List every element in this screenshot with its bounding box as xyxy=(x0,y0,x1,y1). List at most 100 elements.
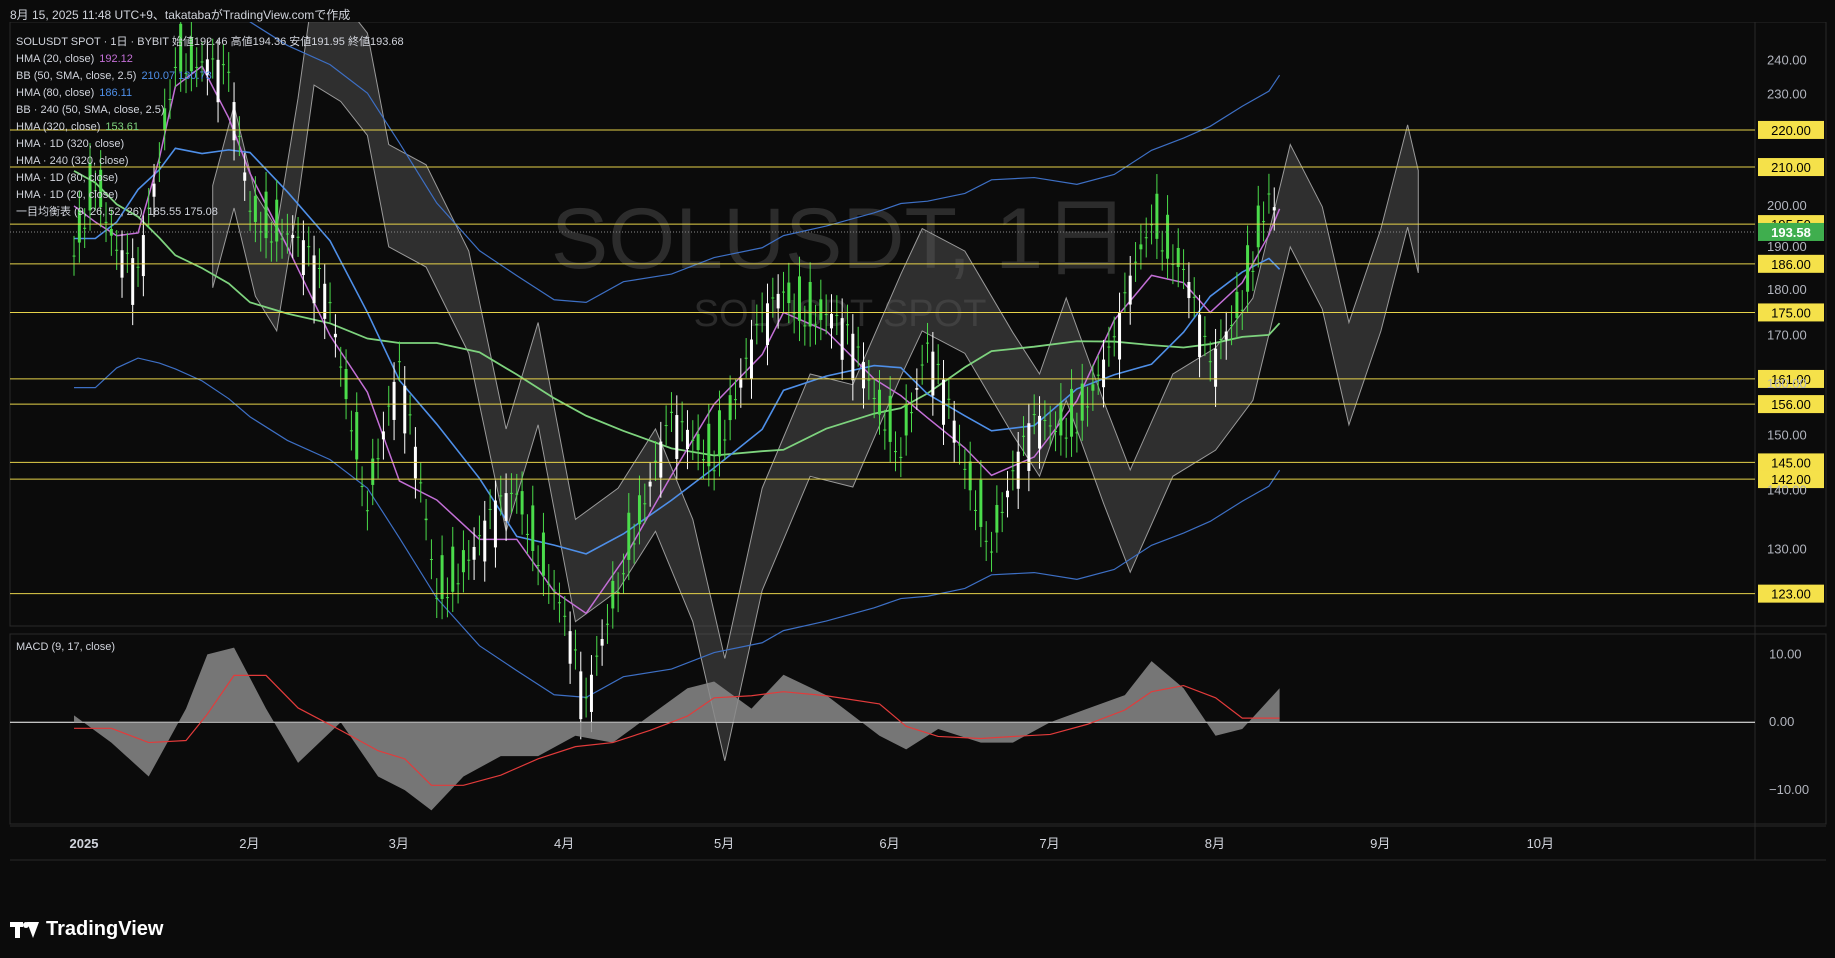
candle-body xyxy=(899,456,903,458)
legend-row[interactable]: HMA · 240 (320, close) xyxy=(16,153,404,170)
candle-body xyxy=(851,333,855,381)
candle-body xyxy=(755,324,759,326)
candle-body xyxy=(776,293,780,309)
candle-body xyxy=(984,540,988,542)
candle-body xyxy=(397,361,401,363)
candle-body xyxy=(995,504,999,533)
candle-body xyxy=(926,342,930,344)
legend-label: SOLUSDT SPOT · 1日 · BYBIT 始値192.46 高値194… xyxy=(16,36,404,48)
candle-body xyxy=(1075,432,1079,434)
candle-body xyxy=(488,508,492,510)
legend-row[interactable]: BB · 240 (50, SMA, close, 2.5) xyxy=(16,102,404,119)
candle-body xyxy=(669,411,673,413)
watermark-main: SOLUSDT, 1日 xyxy=(551,191,1129,287)
candle-body xyxy=(952,420,956,443)
candle-body xyxy=(141,235,145,277)
legend-label: HMA (320, close) xyxy=(16,121,101,133)
candle-body xyxy=(1182,268,1186,270)
candle-body xyxy=(429,559,433,561)
candle-body xyxy=(931,351,935,396)
legend-value: 186.11 xyxy=(99,87,133,99)
candle-body xyxy=(1107,346,1111,348)
candle-body xyxy=(1208,361,1212,363)
candle-body xyxy=(339,366,343,368)
candle-body xyxy=(717,410,721,457)
legend-label: HMA (20, close) xyxy=(16,53,95,65)
candle-body xyxy=(1144,237,1148,239)
candle-body xyxy=(963,468,967,470)
candle-body xyxy=(685,429,689,449)
candle-body xyxy=(440,555,444,600)
candle-body xyxy=(1038,415,1042,449)
candle-body xyxy=(1118,312,1122,360)
candle-body xyxy=(675,415,679,459)
candle-body xyxy=(1128,275,1132,305)
candle-body xyxy=(910,412,914,414)
candle-body xyxy=(269,241,273,243)
legend-row[interactable]: HMA · 1D (80, close) xyxy=(16,170,404,187)
candle-body xyxy=(728,395,732,421)
candle-body xyxy=(1080,383,1084,421)
level-tag-label: 210.00 xyxy=(1771,160,1811,175)
candle-body xyxy=(846,324,849,326)
candle-body xyxy=(83,227,87,229)
legend-row[interactable]: HMA (20, close) 192.12 xyxy=(16,51,404,68)
legend-row[interactable]: HMA · 1D (20, close) xyxy=(16,187,404,204)
candle-body xyxy=(499,495,503,497)
candle-body xyxy=(781,291,785,293)
tradingview-logo-icon xyxy=(10,920,40,940)
tradingview-logo[interactable]: TradingView xyxy=(10,918,163,941)
candle-body xyxy=(621,573,625,575)
candle-body xyxy=(733,399,737,401)
candle-body xyxy=(749,339,753,379)
candle-body xyxy=(1235,291,1239,319)
candle-body xyxy=(472,546,476,560)
candle-body xyxy=(461,550,465,573)
candle-body xyxy=(835,314,839,316)
candle-body xyxy=(1134,261,1138,263)
candle-body xyxy=(797,276,801,321)
candle-body xyxy=(920,364,924,366)
legend-row[interactable]: HMA (80, close) 186.11 xyxy=(16,85,404,102)
legend-label: BB · 240 (50, SMA, close, 2.5) xyxy=(16,104,165,116)
candle-body xyxy=(1224,331,1228,340)
macd-tick-label: 10.00 xyxy=(1769,646,1802,661)
legend-row[interactable]: 一目均衡表 (9, 26, 52, 26) 185.55 175.08 xyxy=(16,204,404,221)
candle-body xyxy=(1070,388,1074,437)
candle-body xyxy=(520,491,524,515)
candle-body xyxy=(104,221,108,223)
chart-header: 8月 15, 2025 11:48 UTC+9、takatabaがTrading… xyxy=(10,8,351,22)
candle-body xyxy=(696,434,700,451)
time-axis-label: 5月 xyxy=(714,836,734,851)
price-tick-label: 190.00 xyxy=(1767,239,1807,254)
candle-body xyxy=(419,482,423,484)
candle-body xyxy=(317,267,321,269)
candle-body xyxy=(301,240,305,276)
legend-row[interactable]: BB (50, SMA, close, 2.5) 210.07 130.73 xyxy=(16,68,404,85)
candle-body xyxy=(1139,244,1143,250)
candle-body xyxy=(872,397,876,399)
legend-row[interactable]: SOLUSDT SPOT · 1日 · BYBIT 始値192.46 高値194… xyxy=(16,34,404,51)
legend-row[interactable]: HMA · 1D (320, close) xyxy=(16,136,404,153)
candle-body xyxy=(531,505,535,551)
price-tick-label: 180.00 xyxy=(1767,282,1807,297)
candle-body xyxy=(813,324,817,326)
legend-label: 一目均衡表 (9, 26, 52, 26) xyxy=(16,206,143,218)
candle-body xyxy=(451,546,455,592)
candle-body xyxy=(312,255,316,304)
legend-row[interactable]: HMA (320, close) 153.61 xyxy=(16,119,404,136)
candle-body xyxy=(883,429,887,431)
candle-body xyxy=(72,255,76,257)
candle-body xyxy=(701,459,705,461)
legend-value: 185.55 175.08 xyxy=(147,206,218,218)
candle-body xyxy=(1166,214,1170,259)
time-axis-label: 2025 xyxy=(70,836,99,851)
price-tick-label: 160.00 xyxy=(1767,376,1807,391)
level-tag-label: 186.00 xyxy=(1771,257,1811,272)
candle-body xyxy=(403,385,407,434)
level-tag-label: 123.00 xyxy=(1771,587,1811,602)
candle-body xyxy=(557,602,561,604)
legend-label: HMA · 1D (80, close) xyxy=(16,172,119,184)
candle-body xyxy=(819,299,823,320)
candle-body xyxy=(563,615,567,617)
